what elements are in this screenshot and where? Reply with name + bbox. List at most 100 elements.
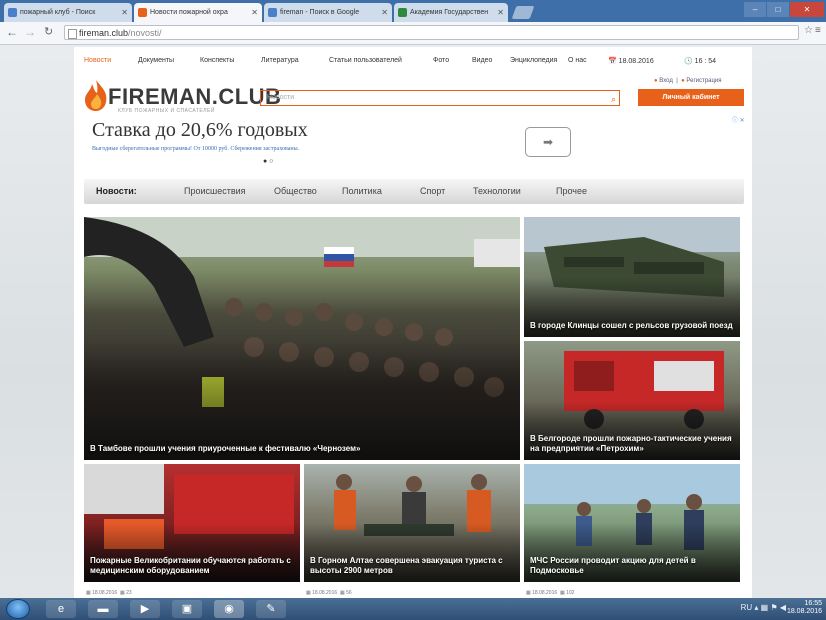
logo-text: FIREMAN.CLUB [108,84,282,109]
start-button[interactable] [6,599,30,619]
nav-literature[interactable]: Литература [261,57,299,64]
ad-pagination-dots[interactable]: ● ○ [263,158,273,165]
login-link[interactable]: Вход [659,78,673,84]
tab-label: Академия Государствен [410,9,489,16]
news-caption: В Белгороде прошли пожарно-тактические у… [530,434,732,453]
clock-icon: 🕓 [684,58,693,65]
category-sport[interactable]: Спорт [420,186,445,196]
nav-photo[interactable]: Фото [433,57,449,64]
system-tray: RU ▴ ▦ ⚑ ◀ [741,603,786,612]
search-icon[interactable]: ⌕ [611,92,616,106]
calendar-icon: ▦ [526,590,531,596]
ad-choices-icon[interactable]: ⓘ ✕ [732,115,745,124]
site-container: Новости Документы Конспекты Литература С… [74,47,752,598]
nav-notes[interactable]: Конспекты [200,57,234,64]
search-input[interactable]: Новости ⌕ [260,90,620,106]
news-caption: В Горном Алтае совершена эвакуация турис… [310,556,503,575]
tab-label: пожарный клуб - Поиск [20,9,96,16]
nav-news[interactable]: Новости [84,57,111,64]
news-caption: В Тамбове прошли учения приуроченные к ф… [90,444,361,453]
news-meta: ▦ 18.08.2016 ▦ 23 [86,590,132,596]
browser-tab[interactable]: Академия Государствен ✕ [394,3,508,22]
address-bar: ← → ↻ fireman.club/novosti/ ☆ ≡ [0,22,826,45]
nav-video[interactable]: Видео [472,57,492,64]
browser-tab-active[interactable]: Новости пожарной охра ✕ [134,3,262,22]
close-tab-icon[interactable]: ✕ [251,3,258,22]
browser-tab[interactable]: пожарный клуб - Поиск ✕ [4,3,132,22]
ad-subtitle[interactable]: Выгодные сберегательные программы! От 10… [92,146,299,152]
category-society[interactable]: Общество [274,186,317,196]
google-favicon-icon [8,8,17,17]
views-icon: ▦ [559,590,565,596]
tab-label: Новости пожарной охра [150,9,228,16]
new-tab-button[interactable] [511,6,535,19]
nav-documents[interactable]: Документы [138,57,174,64]
speaker-icon[interactable]: ◀ [780,603,786,612]
category-incidents[interactable]: Происшествия [184,186,246,196]
forward-arrow-icon[interactable]: → [24,25,36,39]
reload-icon[interactable]: ↻ [44,25,53,38]
language-indicator[interactable]: RU [741,603,753,612]
media-player-icon[interactable]: ▶ [130,600,160,618]
news-tile[interactable]: МЧС России проводит акцию для детей в По… [524,464,740,582]
close-tab-icon[interactable]: ✕ [121,3,128,22]
top-navigation: Новости Документы Конспекты Литература С… [74,55,752,69]
site-logo[interactable]: FIREMAN.CLUB КЛУБ ПОЖАРНЫХ И СПАСАТЕЛЕЙ [82,78,281,114]
page-icon [68,29,77,39]
category-technology[interactable]: Технологии [473,186,521,196]
clock[interactable]: 16:55 18.08.2016 [787,600,822,616]
news-tile-main[interactable]: В Тамбове прошли учения приуроченные к ф… [84,217,520,460]
news-caption: МЧС России проводит акцию для детей в По… [530,556,696,575]
register-link[interactable]: Регистрация [686,78,721,84]
news-tile[interactable]: Пожарные Великобритании обучаются работа… [84,464,300,582]
tab-label: fireman - Поиск в Google [280,9,360,16]
window-controls: – □ ✕ [744,2,824,17]
maximize-button[interactable]: □ [767,2,789,17]
browser-tab[interactable]: fireman - Поиск в Google ✕ [264,3,392,22]
ie-icon[interactable]: e [46,600,76,618]
news-meta: ▦ 18.08.2016 ▦ 102 [526,590,575,596]
close-window-button[interactable]: ✕ [790,2,824,17]
network-icon[interactable]: ▦ [761,603,769,612]
minimize-button[interactable]: – [744,2,766,17]
menu-icon[interactable]: ≡ [815,25,821,36]
bookmark-star-icon[interactable]: ☆ [804,25,813,36]
flag-icon[interactable]: ⚑ [770,603,777,612]
category-label: Новости: [96,186,137,196]
ad-title[interactable]: Ставка до 20,6% годовых [92,119,308,142]
news-tile[interactable]: В Белгороде прошли пожарно-тактические у… [524,341,740,460]
news-caption: Пожарные Великобритании обучаются работа… [90,556,291,575]
image-viewer-icon[interactable]: ▣ [172,600,202,618]
views-icon: ▦ [339,590,345,596]
logo-tagline: КЛУБ ПОЖАРНЫХ И СПАСАТЕЛЕЙ [118,108,215,114]
paint-icon[interactable]: ✎ [256,600,286,618]
url-field[interactable]: fireman.club/novosti/ [64,25,799,40]
category-politics[interactable]: Политика [342,186,382,196]
personal-cabinet-button[interactable]: Личный кабинет [638,89,744,106]
site-favicon-icon [398,8,407,17]
date-display: 📅 18.08.2016 [608,58,654,65]
chrome-icon[interactable]: ◉ [214,600,244,618]
time-display: 🕓 16 : 54 [684,58,717,65]
windows-taskbar: e ▬ ▶ ▣ ◉ ✎ RU ▴ ▦ ⚑ ◀ 16:55 18.08.2016 [0,598,826,620]
explorer-folder-icon[interactable]: ▬ [88,600,118,618]
browser-tab-bar: пожарный клуб - Поиск ✕ Новости пожарной… [0,0,826,22]
url-host: fireman.club [79,28,129,38]
url-path: /novosti/ [128,28,162,38]
auth-links: ● Вход | ● Регистрация [654,78,722,84]
back-arrow-icon[interactable]: ← [6,25,18,39]
news-tile[interactable]: В Горном Алтае совершена эвакуация турис… [304,464,520,582]
close-tab-icon[interactable]: ✕ [381,3,388,22]
tray-arrow-icon[interactable]: ▴ [754,603,758,612]
google-favicon-icon [268,8,277,17]
nav-user-articles[interactable]: Статьи пользователей [329,57,402,64]
news-tile[interactable]: В городе Клинцы сошел с рельсов грузовой… [524,217,740,337]
calendar-icon: ▦ [306,590,311,596]
ad-arrow-button[interactable]: ➡ [525,127,571,157]
nav-encyclopedia[interactable]: Энциклопедия [510,57,557,64]
register-icon: ● [681,78,685,84]
close-tab-icon[interactable]: ✕ [497,3,504,22]
category-other[interactable]: Прочее [556,186,587,196]
nav-about[interactable]: О нас [568,57,587,64]
clock-time: 16:55 [804,600,822,607]
